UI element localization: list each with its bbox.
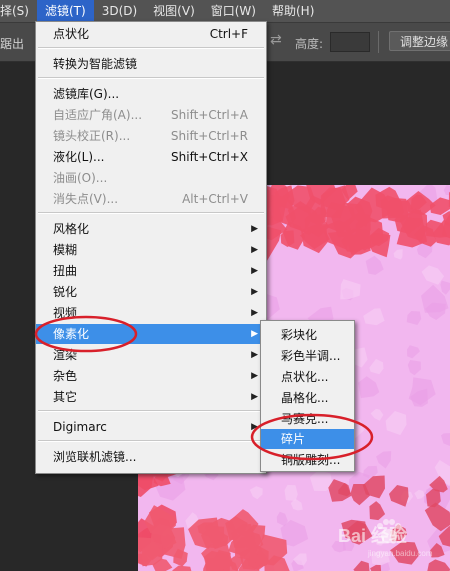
submenu-item-label: 碎片 xyxy=(281,432,306,446)
menu-item-label: 转换为智能滤镜 xyxy=(53,57,138,71)
menu-item-label: 滤镜库(G)... xyxy=(53,87,120,101)
filter-menu-item: 消失点(V)... Alt+Ctrl+V xyxy=(36,189,266,209)
menu-separator xyxy=(38,440,264,442)
submenu-item-label: 点状化... xyxy=(281,370,329,384)
options-divider xyxy=(378,31,379,53)
filter-menu-item: 油画(O)... xyxy=(36,168,266,188)
menu-item-shortcut: Alt+Ctrl+V xyxy=(182,192,248,206)
pixelate-submenu-item[interactable]: 晶格化... xyxy=(261,388,354,408)
baidu-watermark: Bai 经验 jingyan.baidu.com xyxy=(338,519,433,558)
submenu-arrow-icon: ▶ xyxy=(251,329,258,339)
menu-help[interactable]: 帮助(H) xyxy=(264,0,322,22)
filter-menu-item[interactable]: 点状化 Ctrl+F xyxy=(36,24,266,44)
filter-menu-item[interactable]: 浏览联机滤镜... xyxy=(36,447,266,467)
menu-item-shortcut: Shift+Ctrl+A xyxy=(171,108,248,122)
submenu-arrow-icon: ▶ xyxy=(251,266,258,276)
submenu-arrow-icon: ▶ xyxy=(251,371,258,381)
menu-view[interactable]: 视图(V) xyxy=(145,0,203,22)
menu-item-label: 杂色 xyxy=(53,369,78,383)
menu-item-label: 像素化 xyxy=(53,327,90,341)
menu-item-shortcut: Ctrl+F xyxy=(209,27,248,41)
menu-item-shortcut: Shift+Ctrl+X xyxy=(171,150,248,164)
submenu-item-label: 马赛克... xyxy=(281,412,329,426)
menu-item-label: 其它 xyxy=(53,390,78,404)
filter-menu-item[interactable]: 风格化 ▶ xyxy=(36,219,266,239)
menu-item-label: 模糊 xyxy=(53,243,78,257)
filter-menu: 点状化 Ctrl+F 转换为智能滤镜 滤镜库(G)... 自适应广角(A)... Shif… xyxy=(35,21,267,474)
pixelate-submenu-item[interactable]: 马赛克... xyxy=(261,409,354,429)
menu-separator xyxy=(38,47,264,49)
menu-separator xyxy=(38,212,264,214)
menu-window[interactable]: 窗口(W) xyxy=(203,0,264,22)
menu-item-label: 浏览联机滤镜... xyxy=(53,450,137,464)
menu-separator xyxy=(38,77,264,79)
filter-menu-item[interactable]: 扭曲 ▶ xyxy=(36,261,266,281)
filter-menu-item[interactable]: 转换为智能滤镜 xyxy=(36,54,266,74)
filter-menu-item[interactable]: 其它 ▶ xyxy=(36,387,266,407)
swap-icon[interactable]: ⇄ xyxy=(270,32,282,48)
pixelate-submenu-item[interactable]: 彩色半调... xyxy=(261,346,354,366)
menu-item-label: 渲染 xyxy=(53,348,78,362)
options-left-label: 踞出 xyxy=(0,37,25,51)
watermark-url: jingyan.baidu.com xyxy=(367,549,433,558)
menu-item-label: 油画(O)... xyxy=(53,171,108,185)
pixelate-submenu: 彩块化彩色半调... 点状化... 晶格化... 马赛克... 碎片铜版雕刻... xyxy=(260,320,355,472)
watermark-text: Bai 经验 xyxy=(338,525,408,546)
menu-item-label: 液化(L)... xyxy=(53,150,105,164)
filter-menu-item[interactable]: 渲染 ▶ xyxy=(36,345,266,365)
filter-menu-item[interactable]: 视频 ▶ xyxy=(36,303,266,323)
menu-item-label: Digimarc xyxy=(53,420,107,434)
filter-menu-item[interactable]: 液化(L)... Shift+Ctrl+X xyxy=(36,147,266,167)
refine-edge-button[interactable]: 调整边缘 xyxy=(389,31,450,51)
submenu-item-label: 彩块化 xyxy=(281,328,318,342)
menu-bar: 择(S) 滤镜(T) 3D(D) 视图(V) 窗口(W) 帮助(H) xyxy=(0,0,450,23)
filter-menu-item[interactable]: 滤镜库(G)... xyxy=(36,84,266,104)
menu-item-label: 镜头校正(R)... xyxy=(53,129,131,143)
filter-menu-item[interactable]: 锐化 ▶ xyxy=(36,282,266,302)
menu-item-label: 视频 xyxy=(53,306,78,320)
menu-item-label: 锐化 xyxy=(53,285,78,299)
submenu-arrow-icon: ▶ xyxy=(251,422,258,432)
menu-filter[interactable]: 滤镜(T) xyxy=(36,0,94,22)
menu-item-shortcut: Shift+Ctrl+R xyxy=(170,129,248,143)
filter-menu-item[interactable]: Digimarc ▶ xyxy=(36,417,266,437)
filter-menu-item[interactable]: 像素化 ▶ xyxy=(36,324,266,344)
pixelate-submenu-item[interactable]: 碎片 xyxy=(261,429,354,449)
filter-menu-item[interactable]: 模糊 ▶ xyxy=(36,240,266,260)
menu-item-label: 点状化 xyxy=(53,27,90,41)
height-label: 高度: xyxy=(295,37,324,51)
submenu-arrow-icon: ▶ xyxy=(251,245,258,255)
submenu-arrow-icon: ▶ xyxy=(251,224,258,234)
submenu-arrow-icon: ▶ xyxy=(251,308,258,318)
submenu-arrow-icon: ▶ xyxy=(251,350,258,360)
menu-select[interactable]: 择(S) xyxy=(0,0,37,22)
submenu-item-label: 彩色半调... xyxy=(281,349,341,363)
pixelate-submenu-item[interactable]: 点状化... xyxy=(261,367,354,387)
filter-menu-item: 自适应广角(A)... Shift+Ctrl+A xyxy=(36,105,266,125)
menu-item-label: 风格化 xyxy=(53,222,90,236)
submenu-item-label: 铜版雕刻... xyxy=(281,453,341,467)
pixelate-submenu-item[interactable]: 彩块化 xyxy=(261,325,354,345)
menu-item-label: 自适应广角(A)... xyxy=(53,108,143,122)
menu-3d[interactable]: 3D(D) xyxy=(94,0,145,22)
filter-menu-item: 镜头校正(R)... Shift+Ctrl+R xyxy=(36,126,266,146)
menu-item-label: 扭曲 xyxy=(53,264,78,278)
height-input[interactable] xyxy=(330,32,370,52)
menu-item-label: 消失点(V)... xyxy=(53,192,119,206)
submenu-item-label: 晶格化... xyxy=(281,391,329,405)
filter-menu-item[interactable]: 杂色 ▶ xyxy=(36,366,266,386)
submenu-arrow-icon: ▶ xyxy=(251,392,258,402)
submenu-arrow-icon: ▶ xyxy=(251,287,258,297)
pixelate-submenu-item[interactable]: 铜版雕刻... xyxy=(261,450,354,470)
menu-separator xyxy=(38,410,264,412)
